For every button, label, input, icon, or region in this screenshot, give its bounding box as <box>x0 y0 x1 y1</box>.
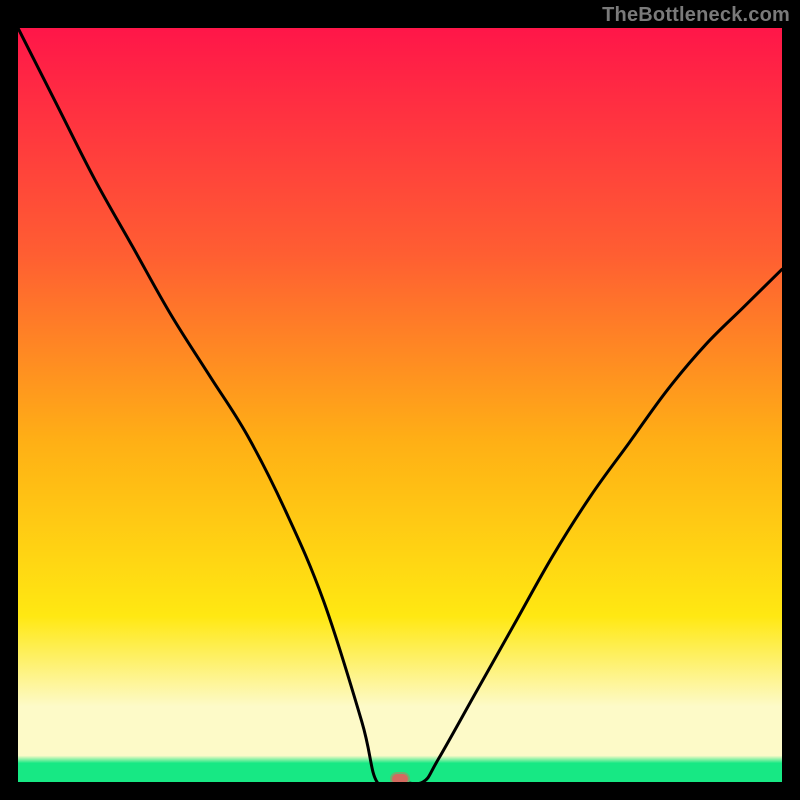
chart-background <box>18 28 782 782</box>
chart-frame: TheBottleneck.com <box>0 0 800 800</box>
bottleneck-chart <box>18 28 782 782</box>
chart-svg <box>18 28 782 782</box>
optimal-marker <box>391 773 409 782</box>
watermark-text: TheBottleneck.com <box>602 4 790 27</box>
